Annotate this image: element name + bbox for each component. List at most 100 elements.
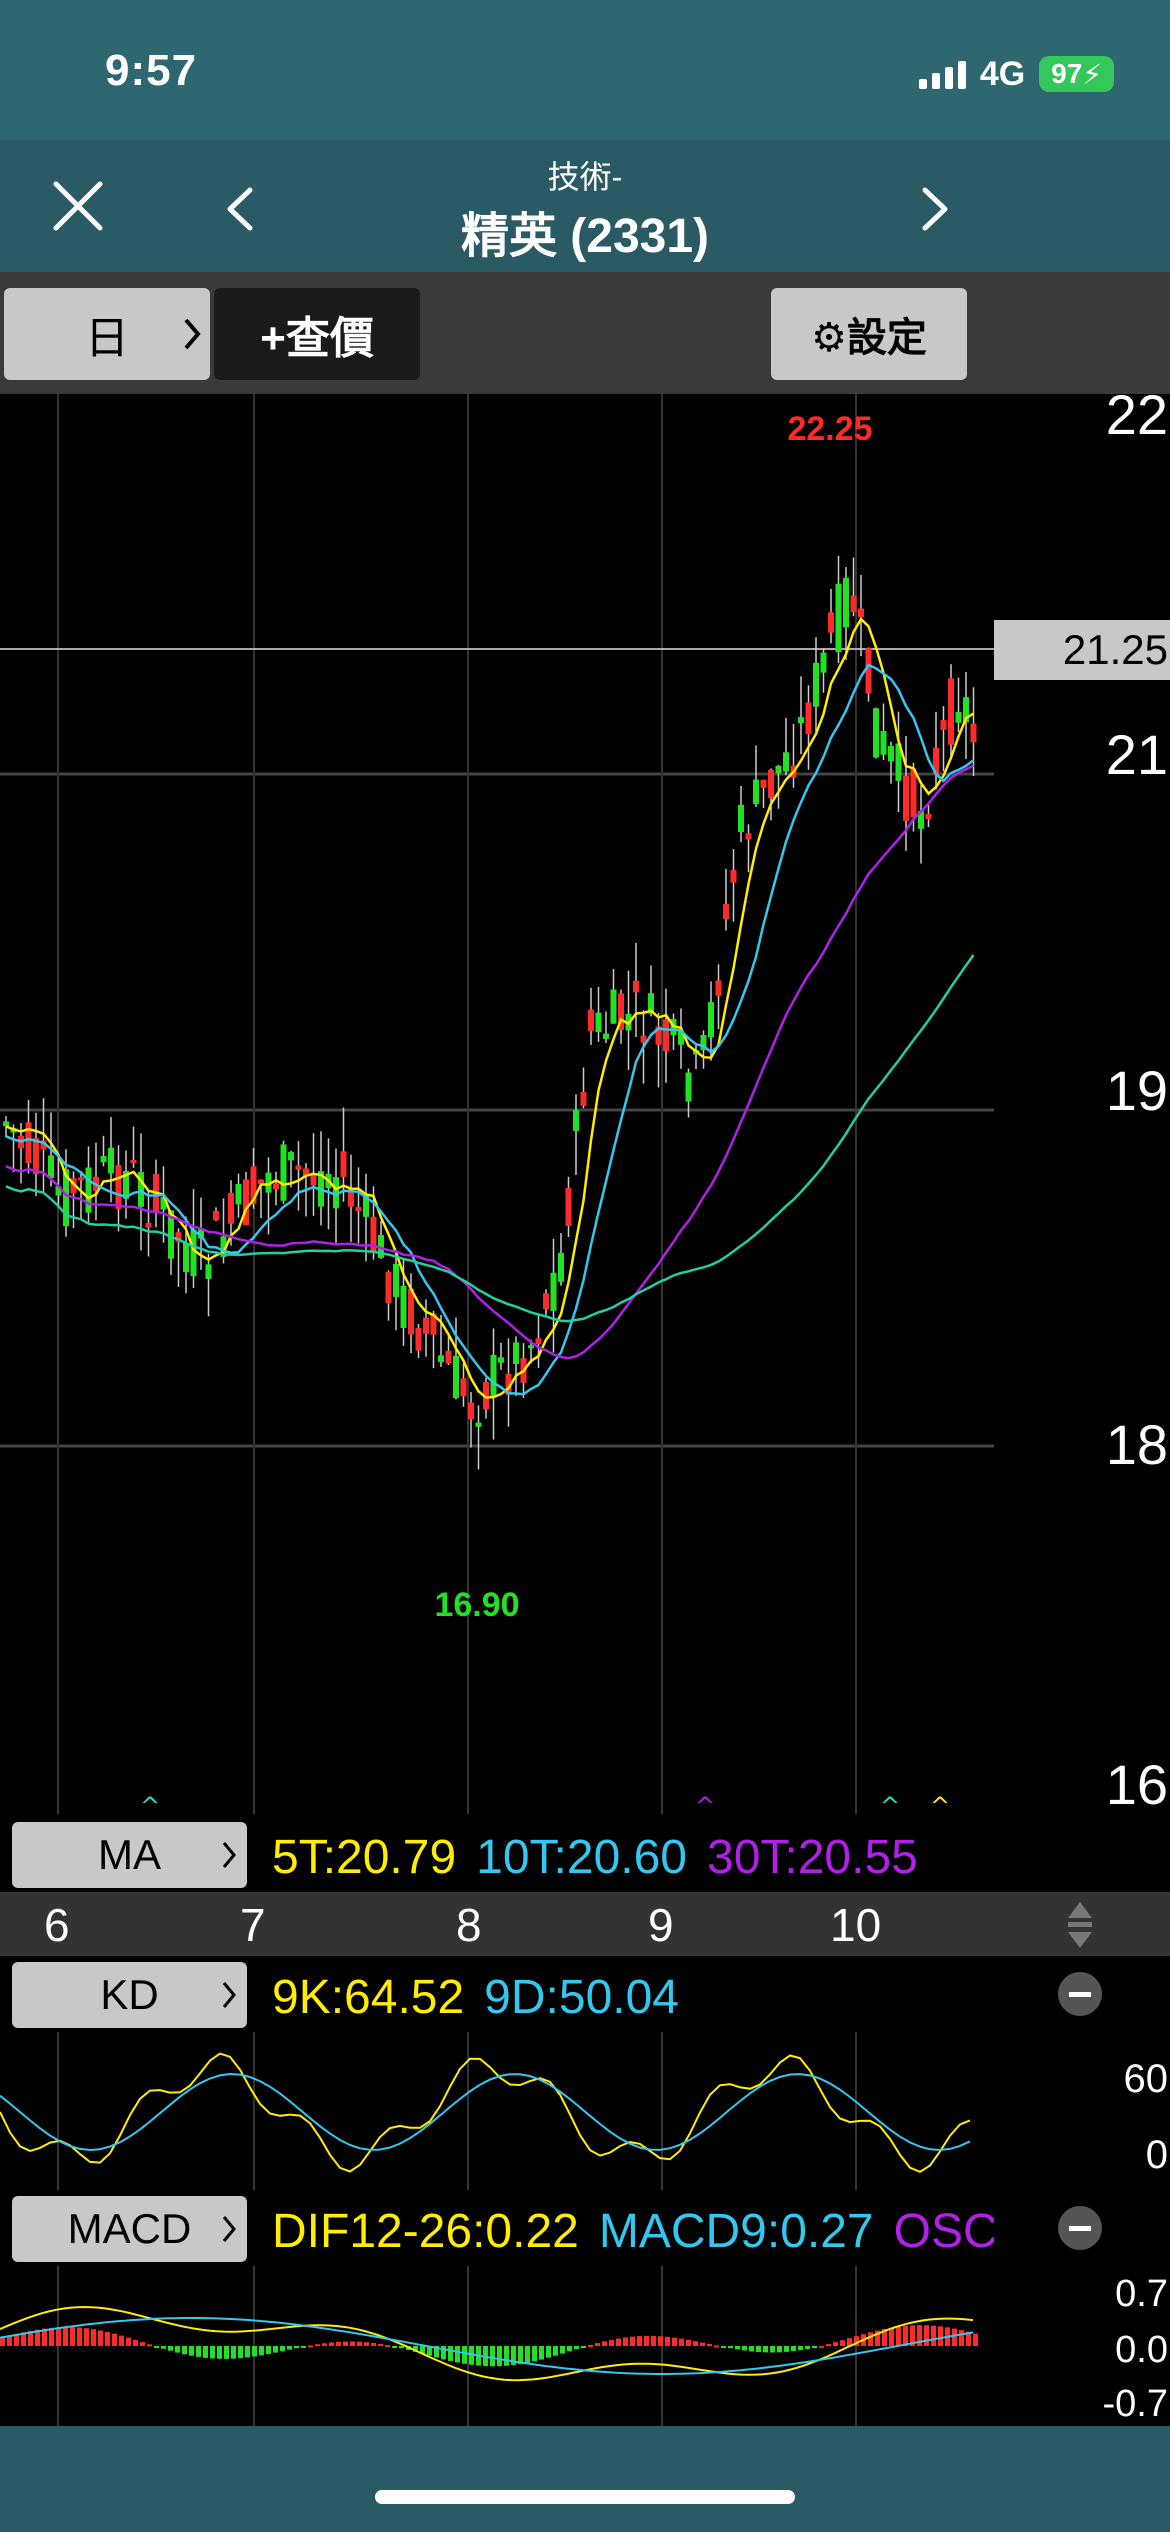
candle xyxy=(295,1165,302,1170)
candle xyxy=(310,1173,317,1186)
candle xyxy=(423,1317,429,1334)
candle xyxy=(888,745,894,762)
histogram-bar xyxy=(399,2346,404,2349)
candle xyxy=(948,678,954,745)
histogram-bar xyxy=(133,2339,138,2346)
histogram-bar xyxy=(560,2346,565,2354)
candle xyxy=(243,1179,249,1226)
histogram-bar xyxy=(609,2339,614,2346)
ma5-line xyxy=(5,617,975,1399)
candle xyxy=(415,1327,422,1351)
kd-axis-label: 60 xyxy=(1124,2057,1169,2101)
candle xyxy=(858,608,864,618)
candle xyxy=(610,989,617,1024)
histogram-bar xyxy=(252,2346,257,2357)
marker: ^ xyxy=(140,1792,160,1814)
marker: ^ xyxy=(930,1792,950,1814)
histogram-bar xyxy=(203,2346,208,2358)
candle xyxy=(783,752,789,772)
histogram-bar xyxy=(161,2346,166,2349)
macd-button[interactable]: MACD xyxy=(12,2196,247,2262)
candle xyxy=(760,779,767,788)
histogram-bar xyxy=(931,2325,936,2346)
marker: ^ xyxy=(695,1792,715,1814)
macd-chart: 0.7 0.0 -0.7 xyxy=(0,2266,1168,2426)
ma-values: 5T:20.79 10T:20.60 30T:20.55 xyxy=(272,1830,994,1885)
candle xyxy=(663,1019,669,1052)
histogram-bar xyxy=(903,2325,908,2346)
candle xyxy=(745,833,752,840)
candle xyxy=(205,1264,212,1279)
candle xyxy=(813,662,819,707)
histogram-bar xyxy=(889,2327,894,2346)
candle xyxy=(955,711,962,723)
candle xyxy=(213,1211,219,1221)
histogram-bar xyxy=(539,2346,544,2360)
histogram-bar xyxy=(490,2346,495,2367)
histogram-bar xyxy=(616,2338,621,2346)
histogram-bar xyxy=(553,2346,558,2356)
candle xyxy=(850,595,857,613)
chevron-right-icon xyxy=(222,2216,236,2242)
candle xyxy=(393,1263,399,1298)
histogram-bar xyxy=(707,2344,712,2347)
home-indicator[interactable] xyxy=(375,2490,795,2504)
histogram-bar xyxy=(504,2346,509,2366)
candle xyxy=(400,1285,407,1329)
charging-icon: ⚡ xyxy=(1082,58,1102,90)
ma30-line xyxy=(5,764,975,1360)
d-value: 9D:50.04 xyxy=(484,1971,679,2024)
ma-button[interactable]: MA xyxy=(12,1822,247,1888)
x-label: 10 xyxy=(830,1899,882,1951)
candle xyxy=(550,1272,557,1311)
candle xyxy=(108,1147,114,1174)
histogram-bar xyxy=(126,2337,131,2346)
histogram-bar xyxy=(336,2341,341,2346)
candle xyxy=(280,1144,287,1201)
ma60-line xyxy=(5,954,975,1323)
chevron-right-icon[interactable] xyxy=(915,184,955,234)
candle xyxy=(903,775,909,821)
candlestick-chart[interactable]: 22.25 16.90 22 21 19 18 16 ^ ^ ^ ^ xyxy=(0,394,1170,1814)
histogram-bar xyxy=(959,2330,964,2346)
histogram-bar xyxy=(91,2329,96,2346)
period-label: 日 xyxy=(85,314,129,363)
remove-macd-icon[interactable] xyxy=(1058,2206,1102,2250)
histogram-bar xyxy=(280,2346,285,2352)
histogram-bar xyxy=(210,2346,215,2359)
histogram-bar xyxy=(546,2346,551,2358)
macd-axis-label: 0.0 xyxy=(1115,2329,1168,2371)
candle xyxy=(115,1165,122,1210)
candle xyxy=(183,1242,189,1273)
kd-chart: 60 0 xyxy=(0,2032,1169,2190)
histogram-bar xyxy=(784,2346,789,2352)
resize-handle-icon[interactable] xyxy=(1066,1900,1094,1950)
kd-button[interactable]: KD xyxy=(12,1962,247,2028)
histogram-bar xyxy=(266,2346,271,2355)
histogram-bar xyxy=(567,2346,572,2352)
histogram-bar xyxy=(343,2341,348,2346)
histogram-bar xyxy=(322,2343,327,2346)
histogram-bar xyxy=(595,2343,600,2346)
home-area xyxy=(0,2426,1170,2532)
candle xyxy=(708,1002,714,1038)
period-button[interactable]: 日 xyxy=(4,288,210,380)
candle xyxy=(588,1009,594,1031)
histogram-bar xyxy=(315,2344,320,2347)
histogram-bar xyxy=(805,2346,810,2349)
remove-kd-icon[interactable] xyxy=(1058,1972,1102,2016)
x-label: 8 xyxy=(456,1899,482,1951)
quote-button[interactable]: +查價 xyxy=(214,288,420,380)
histogram-bar xyxy=(357,2341,362,2346)
k-line xyxy=(0,2052,971,2174)
macd-histogram xyxy=(0,2325,978,2367)
histogram-bar xyxy=(224,2346,229,2359)
settings-button[interactable]: ⚙設定 xyxy=(771,288,967,380)
kd-bar-right xyxy=(994,1956,1170,2032)
histogram-bar xyxy=(672,2337,677,2346)
candle xyxy=(843,577,849,628)
candle xyxy=(775,765,782,774)
ma10-value: 10T:20.60 xyxy=(476,1831,687,1884)
histogram-bar xyxy=(833,2342,838,2346)
histogram-bar xyxy=(287,2346,292,2350)
